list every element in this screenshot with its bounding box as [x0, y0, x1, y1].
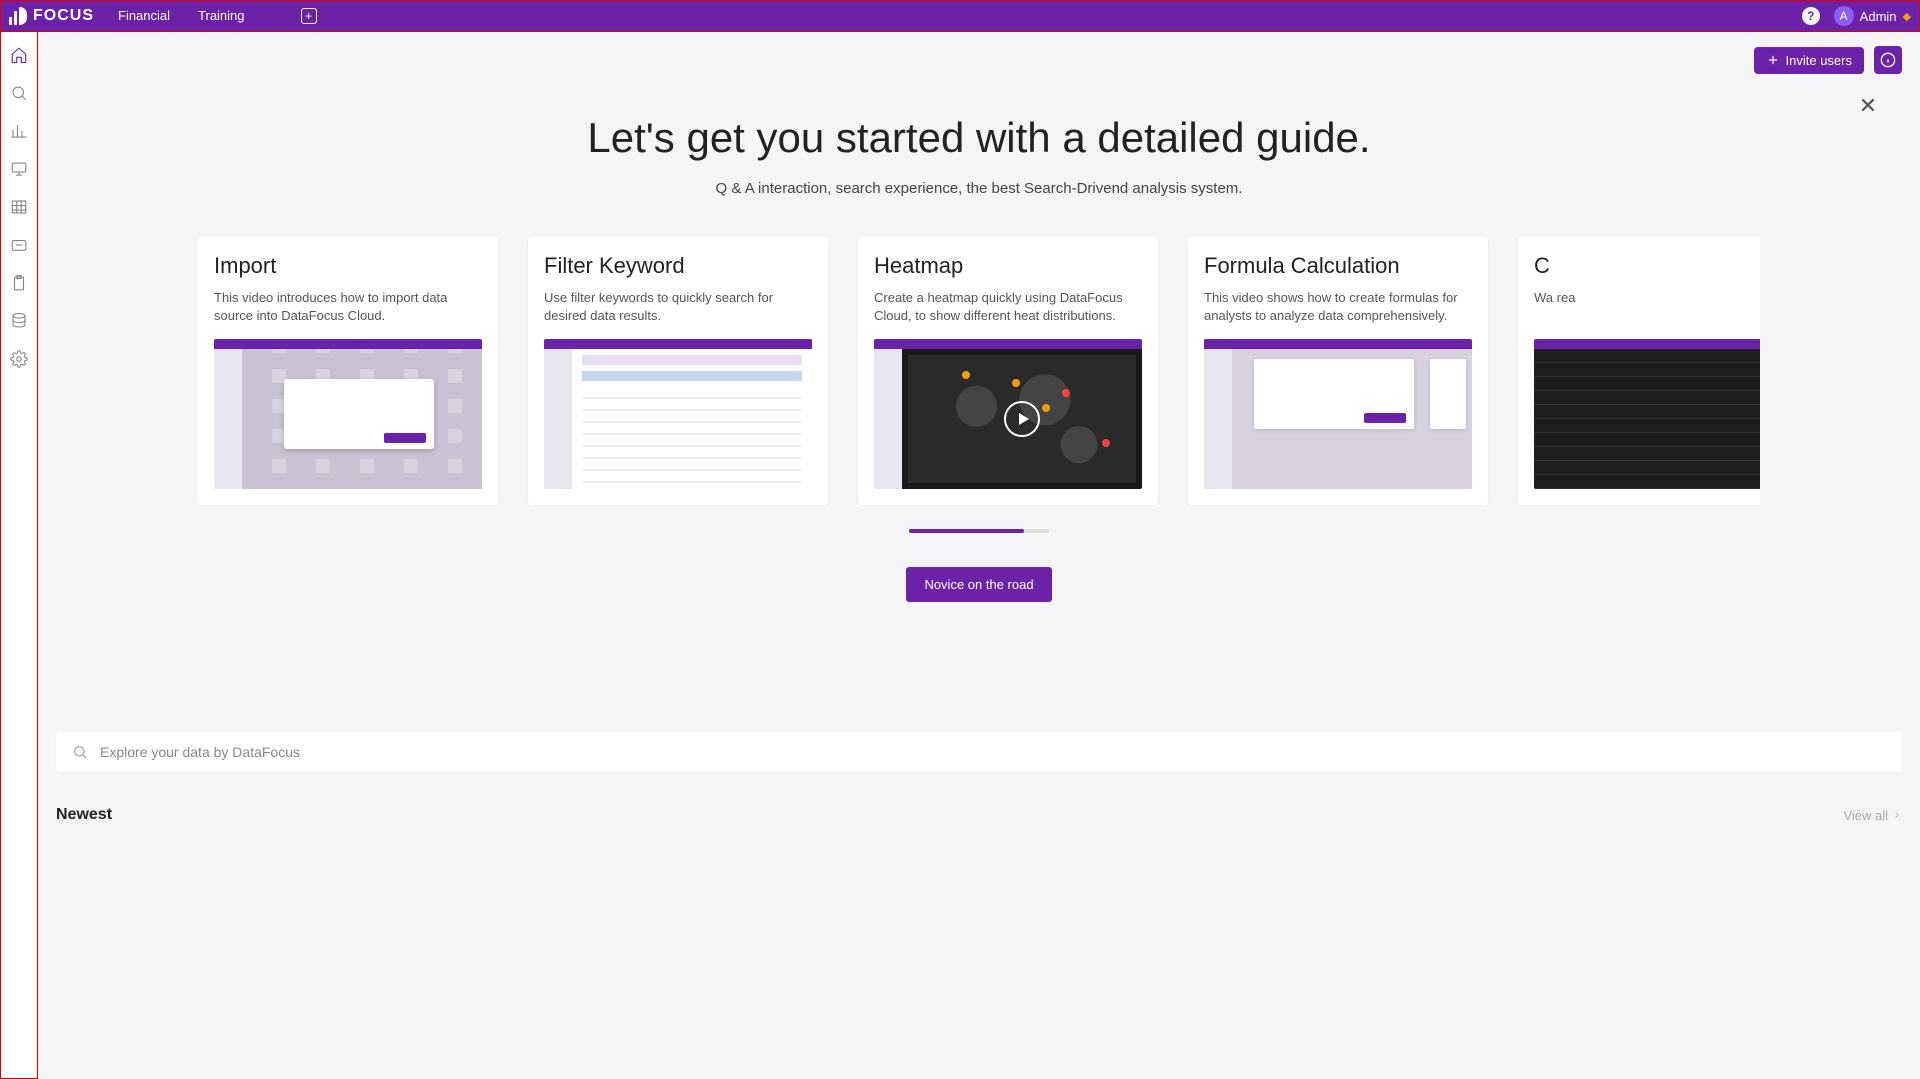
home-icon[interactable]	[10, 46, 28, 64]
play-icon	[1004, 401, 1040, 437]
card-thumbnail	[1204, 339, 1472, 489]
presentation-icon[interactable]	[10, 160, 28, 178]
logo-icon	[9, 7, 27, 25]
left-sidebar	[0, 32, 38, 1079]
guide-card-next[interactable]: C Wa rea	[1518, 237, 1760, 505]
close-icon[interactable]: ✕	[1856, 94, 1880, 118]
explore-search[interactable]: Explore your data by DataFocus	[56, 732, 1902, 772]
newest-heading: Newest	[56, 806, 112, 824]
charts-icon[interactable]	[10, 122, 28, 140]
novice-button[interactable]: Novice on the road	[906, 567, 1051, 602]
card-thumbnail	[544, 339, 812, 489]
top-bar: FOCUS Financial Training + ? A Admin ◆	[0, 0, 1920, 32]
add-tab-button[interactable]: +	[301, 8, 317, 24]
page-toolbar: Invite users	[38, 32, 1920, 74]
card-title: Formula Calculation	[1204, 253, 1472, 279]
premium-icon: ◆	[1903, 10, 1911, 23]
guide-card-heatmap[interactable]: Heatmap Create a heatmap quickly using D…	[858, 237, 1158, 505]
card-title: Heatmap	[874, 253, 1142, 279]
carousel-progress[interactable]	[909, 529, 1049, 533]
user-name: Admin	[1860, 9, 1897, 24]
card-title: C	[1534, 253, 1760, 279]
main-content: Invite users ✕ Let's get you started wit…	[38, 32, 1920, 1079]
info-button[interactable]	[1874, 46, 1902, 74]
brand-name: FOCUS	[33, 7, 94, 25]
guide-carousel: Import This video introduces how to impo…	[198, 237, 1760, 505]
guide-title: Let's get you started with a detailed gu…	[198, 114, 1760, 162]
card-desc: Use filter keywords to quickly search fo…	[544, 289, 812, 327]
invite-users-button[interactable]: Invite users	[1754, 47, 1864, 74]
folder-icon[interactable]	[10, 236, 28, 254]
card-title: Filter Keyword	[544, 253, 812, 279]
card-desc: Create a heatmap quickly using DataFocus…	[874, 289, 1142, 327]
invite-label: Invite users	[1786, 53, 1852, 68]
database-icon[interactable]	[10, 312, 28, 330]
tab-financial[interactable]: Financial	[118, 8, 170, 24]
search-icon	[72, 744, 88, 760]
settings-icon[interactable]	[10, 350, 28, 368]
tab-training[interactable]: Training	[198, 8, 244, 24]
avatar: A	[1834, 6, 1854, 26]
card-thumbnail	[1534, 339, 1760, 489]
chevron-right-icon	[1892, 810, 1902, 820]
user-menu[interactable]: A Admin ◆	[1834, 6, 1911, 26]
view-all-link[interactable]: View all	[1843, 808, 1902, 823]
table-icon[interactable]	[10, 198, 28, 216]
card-thumbnail	[214, 339, 482, 489]
help-icon[interactable]: ?	[1802, 7, 1820, 25]
guide-subtitle: Q & A interaction, search experience, th…	[198, 180, 1760, 197]
brand-logo[interactable]: FOCUS	[9, 7, 94, 25]
card-title: Import	[214, 253, 482, 279]
guide-card-filter[interactable]: Filter Keyword Use filter keywords to qu…	[528, 237, 828, 505]
card-desc: This video introduces how to import data…	[214, 289, 482, 327]
top-right-controls: ? A Admin ◆	[1802, 6, 1911, 26]
search-nav-icon[interactable]	[10, 84, 28, 102]
card-desc: This video shows how to create formulas …	[1204, 289, 1472, 327]
clipboard-icon[interactable]	[10, 274, 28, 292]
card-desc: Wa rea	[1534, 289, 1760, 327]
workspace-tabs: Financial Training +	[118, 8, 317, 24]
newest-section-header: Newest View all	[56, 806, 1902, 824]
guide-card-formula[interactable]: Formula Calculation This video shows how…	[1188, 237, 1488, 505]
search-placeholder: Explore your data by DataFocus	[100, 744, 300, 760]
guide-card-import[interactable]: Import This video introduces how to impo…	[198, 237, 498, 505]
card-thumbnail	[874, 339, 1142, 489]
onboarding-guide: ✕ Let's get you started with a detailed …	[38, 74, 1920, 642]
